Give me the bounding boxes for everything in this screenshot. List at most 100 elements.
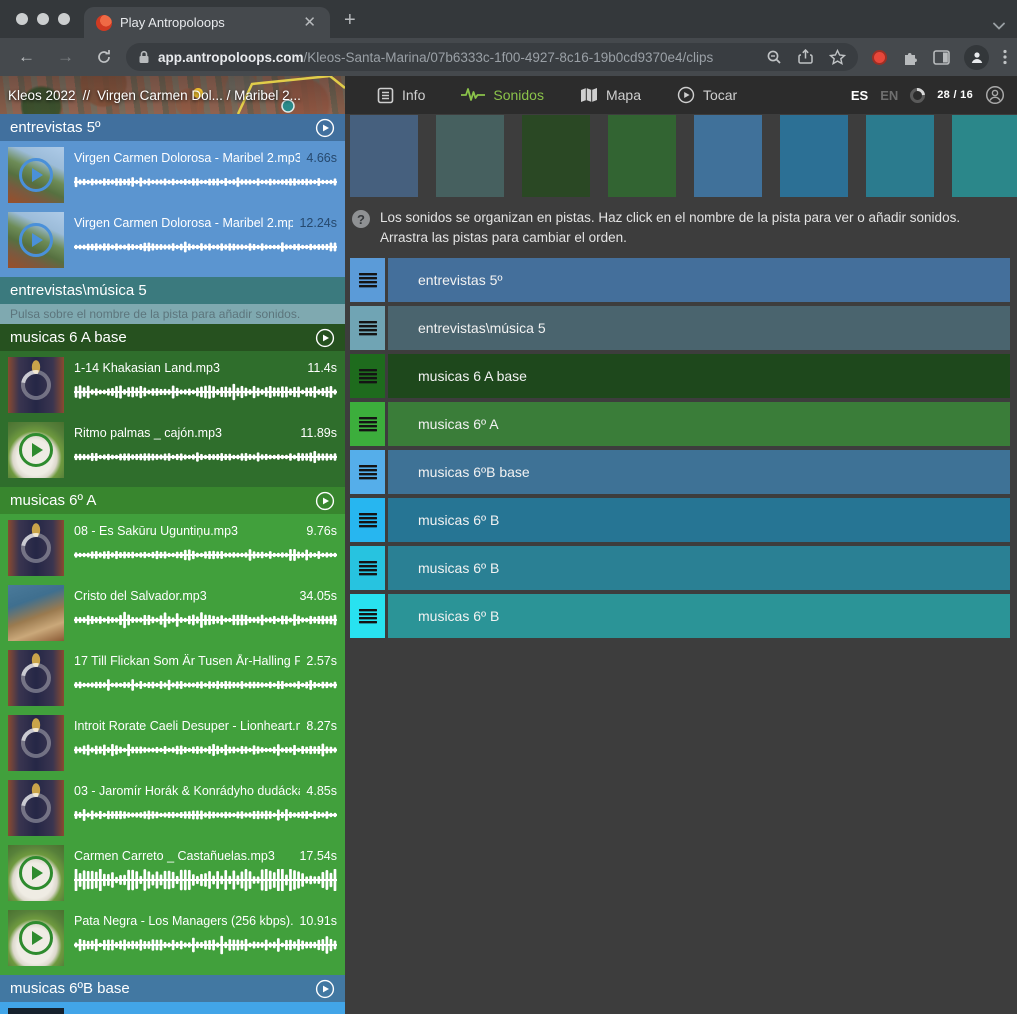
track-drag-handle[interactable] bbox=[350, 594, 385, 638]
browser-menu-icon[interactable] bbox=[1003, 49, 1007, 65]
clip-item[interactable]: Virgen Carmen Dolorosa - Maribel 2.mp312… bbox=[0, 209, 345, 274]
clip-name[interactable]: Ritmo palmas _ cajón.mp3 bbox=[74, 426, 294, 440]
track-color-tile[interactable] bbox=[694, 115, 762, 197]
track-color-tile[interactable] bbox=[522, 115, 590, 197]
track-play-icon[interactable] bbox=[315, 328, 335, 348]
track-drag-handle[interactable] bbox=[350, 306, 385, 350]
lang-en-button[interactable]: EN bbox=[880, 88, 898, 103]
track-row[interactable]: musicas 6º B bbox=[350, 498, 1010, 542]
track-drag-handle[interactable] bbox=[350, 258, 385, 302]
clip-name[interactable]: Pata Negra - Los Managers (256 kbps).mp3 bbox=[74, 914, 293, 928]
track-drag-handle[interactable] bbox=[350, 354, 385, 398]
track-color-tile[interactable] bbox=[608, 115, 676, 197]
breadcrumb-project[interactable]: Kleos 2022 bbox=[8, 88, 76, 103]
track-color-tile[interactable] bbox=[436, 115, 504, 197]
clip-thumbnail[interactable] bbox=[8, 1008, 64, 1014]
track-row[interactable]: musicas 6 A base bbox=[350, 354, 1010, 398]
clip-name[interactable]: Virgen Carmen Dolorosa - Maribel 2.mp3 bbox=[74, 216, 293, 230]
clip-thumbnail[interactable] bbox=[8, 910, 64, 966]
clip-item[interactable]: 08 - Es Sakūru Uguntiņu.mp39.76s bbox=[0, 517, 345, 582]
track-drag-handle[interactable] bbox=[350, 498, 385, 542]
clip-play-button[interactable] bbox=[8, 147, 64, 203]
track-color-tile[interactable] bbox=[866, 115, 934, 197]
clip-play-button[interactable] bbox=[8, 212, 64, 268]
track-drag-handle[interactable] bbox=[350, 450, 385, 494]
profile-avatar[interactable] bbox=[964, 45, 989, 70]
track-row[interactable]: entrevistas 5º bbox=[350, 258, 1010, 302]
clip-play-button[interactable] bbox=[8, 845, 64, 901]
account-icon[interactable] bbox=[985, 85, 1005, 105]
clip-name[interactable]: Virgen Carmen Dolorosa - Maribel 2.mp3 bbox=[74, 151, 300, 165]
tab-info[interactable]: Info bbox=[363, 81, 439, 110]
sidebar-track-header[interactable]: entrevistas 5º bbox=[0, 114, 345, 141]
clip-play-button[interactable] bbox=[8, 422, 64, 478]
clip-item[interactable]: 17 Till Flickan Som Är Tusen År-Halling … bbox=[0, 647, 345, 712]
track-color-tile[interactable] bbox=[350, 115, 418, 197]
clip-item[interactable]: BASE Pata Negra - Los Managers3.77s bbox=[0, 1005, 345, 1014]
clip-name[interactable]: Carmen Carreto _ Castañuelas.mp3 bbox=[74, 849, 293, 863]
tab-sonidos[interactable]: Sonidos bbox=[447, 81, 558, 109]
tab-tocar[interactable]: Tocar bbox=[663, 80, 751, 110]
track-row[interactable]: musicas 6º B bbox=[350, 594, 1010, 638]
side-panel-icon[interactable] bbox=[933, 50, 950, 65]
clip-thumbnail[interactable] bbox=[8, 780, 64, 836]
track-drag-handle[interactable] bbox=[350, 546, 385, 590]
track-bar[interactable]: entrevistas 5º bbox=[388, 258, 1010, 302]
clip-name[interactable]: 1-14 Khakasian Land.mp3 bbox=[74, 361, 301, 375]
clip-thumbnail[interactable] bbox=[8, 585, 64, 641]
sidebar-track-header[interactable]: entrevistas\música 5 bbox=[0, 277, 345, 304]
track-play-icon[interactable] bbox=[315, 491, 335, 511]
clip-item[interactable]: Virgen Carmen Dolorosa - Maribel 2.mp34.… bbox=[0, 144, 345, 209]
browser-tab[interactable]: Play Antropoloops ✕ bbox=[84, 7, 330, 38]
reload-button[interactable] bbox=[88, 47, 120, 67]
clip-item[interactable]: Cristo del Salvador.mp334.05s bbox=[0, 582, 345, 647]
minimize-window-button[interactable] bbox=[37, 13, 49, 25]
track-drag-handle[interactable] bbox=[350, 402, 385, 446]
clip-item[interactable]: Carmen Carreto _ Castañuelas.mp317.54s bbox=[0, 842, 345, 907]
clip-thumbnail[interactable] bbox=[8, 520, 64, 576]
project-map-thumbnail[interactable]: Kleos 2022 // Virgen Carmen Dol... / Mar… bbox=[0, 76, 345, 114]
back-button[interactable]: ← bbox=[10, 45, 43, 69]
close-window-button[interactable] bbox=[16, 13, 28, 25]
track-bar[interactable]: musicas 6º B bbox=[388, 546, 1010, 590]
clip-thumbnail[interactable] bbox=[8, 212, 64, 268]
clip-name[interactable]: 03 - Jaromír Horák & Konrádyho dudácká .… bbox=[74, 784, 300, 798]
clip-thumbnail[interactable] bbox=[8, 357, 64, 413]
track-play-icon[interactable] bbox=[315, 118, 335, 138]
breadcrumb-trail[interactable]: Virgen Carmen Dol... / Maribel 2... bbox=[97, 88, 301, 103]
track-bar[interactable]: musicas 6ºB base bbox=[388, 450, 1010, 494]
clip-item[interactable]: Introit Rorate Caeli Desuper - Lionheart… bbox=[0, 712, 345, 777]
track-color-tile[interactable] bbox=[780, 115, 848, 197]
bookmark-star-icon[interactable] bbox=[829, 49, 846, 65]
track-row[interactable]: entrevistas\música 5 bbox=[350, 306, 1010, 350]
sidebar-track-header[interactable]: musicas 6 A base bbox=[0, 324, 345, 351]
clip-play-button[interactable] bbox=[8, 910, 64, 966]
lang-es-button[interactable]: ES bbox=[851, 88, 868, 103]
sidebar-track-header[interactable]: musicas 6º A bbox=[0, 487, 345, 514]
maximize-window-button[interactable] bbox=[58, 13, 70, 25]
clip-thumbnail[interactable] bbox=[8, 147, 64, 203]
track-play-icon[interactable] bbox=[315, 979, 335, 999]
sidebar-track-header[interactable]: musicas 6ºB base bbox=[0, 975, 345, 1002]
track-bar[interactable]: entrevistas\música 5 bbox=[388, 306, 1010, 350]
clip-name[interactable]: Introit Rorate Caeli Desuper - Lionheart… bbox=[74, 719, 300, 733]
clip-item[interactable]: Ritmo palmas _ cajón.mp311.89s bbox=[0, 419, 345, 484]
track-bar[interactable]: musicas 6º B bbox=[388, 594, 1010, 638]
address-bar[interactable]: app.antropoloops.com/Kleos-Santa-Marina/… bbox=[126, 43, 858, 71]
clip-name[interactable]: 17 Till Flickan Som Är Tusen År-Halling … bbox=[74, 654, 300, 668]
track-row[interactable]: musicas 6ºB base bbox=[350, 450, 1010, 494]
record-indicator-icon[interactable] bbox=[872, 50, 887, 65]
tab-mapa[interactable]: Mapa bbox=[566, 81, 655, 109]
clip-name[interactable]: 08 - Es Sakūru Uguntiņu.mp3 bbox=[74, 524, 300, 538]
track-color-tile[interactable] bbox=[952, 115, 1017, 197]
clip-thumbnail[interactable] bbox=[8, 650, 64, 706]
clip-item[interactable]: 1-14 Khakasian Land.mp311.4s bbox=[0, 354, 345, 419]
clip-thumbnail[interactable] bbox=[8, 422, 64, 478]
clip-item[interactable]: Pata Negra - Los Managers (256 kbps).mp3… bbox=[0, 907, 345, 972]
share-icon[interactable] bbox=[798, 49, 813, 65]
clip-item[interactable]: 03 - Jaromír Horák & Konrádyho dudácká .… bbox=[0, 777, 345, 842]
zoom-icon[interactable] bbox=[766, 49, 782, 65]
track-bar[interactable]: musicas 6º B bbox=[388, 498, 1010, 542]
tab-close-icon[interactable]: ✕ bbox=[299, 13, 320, 32]
forward-button[interactable]: → bbox=[49, 45, 82, 69]
